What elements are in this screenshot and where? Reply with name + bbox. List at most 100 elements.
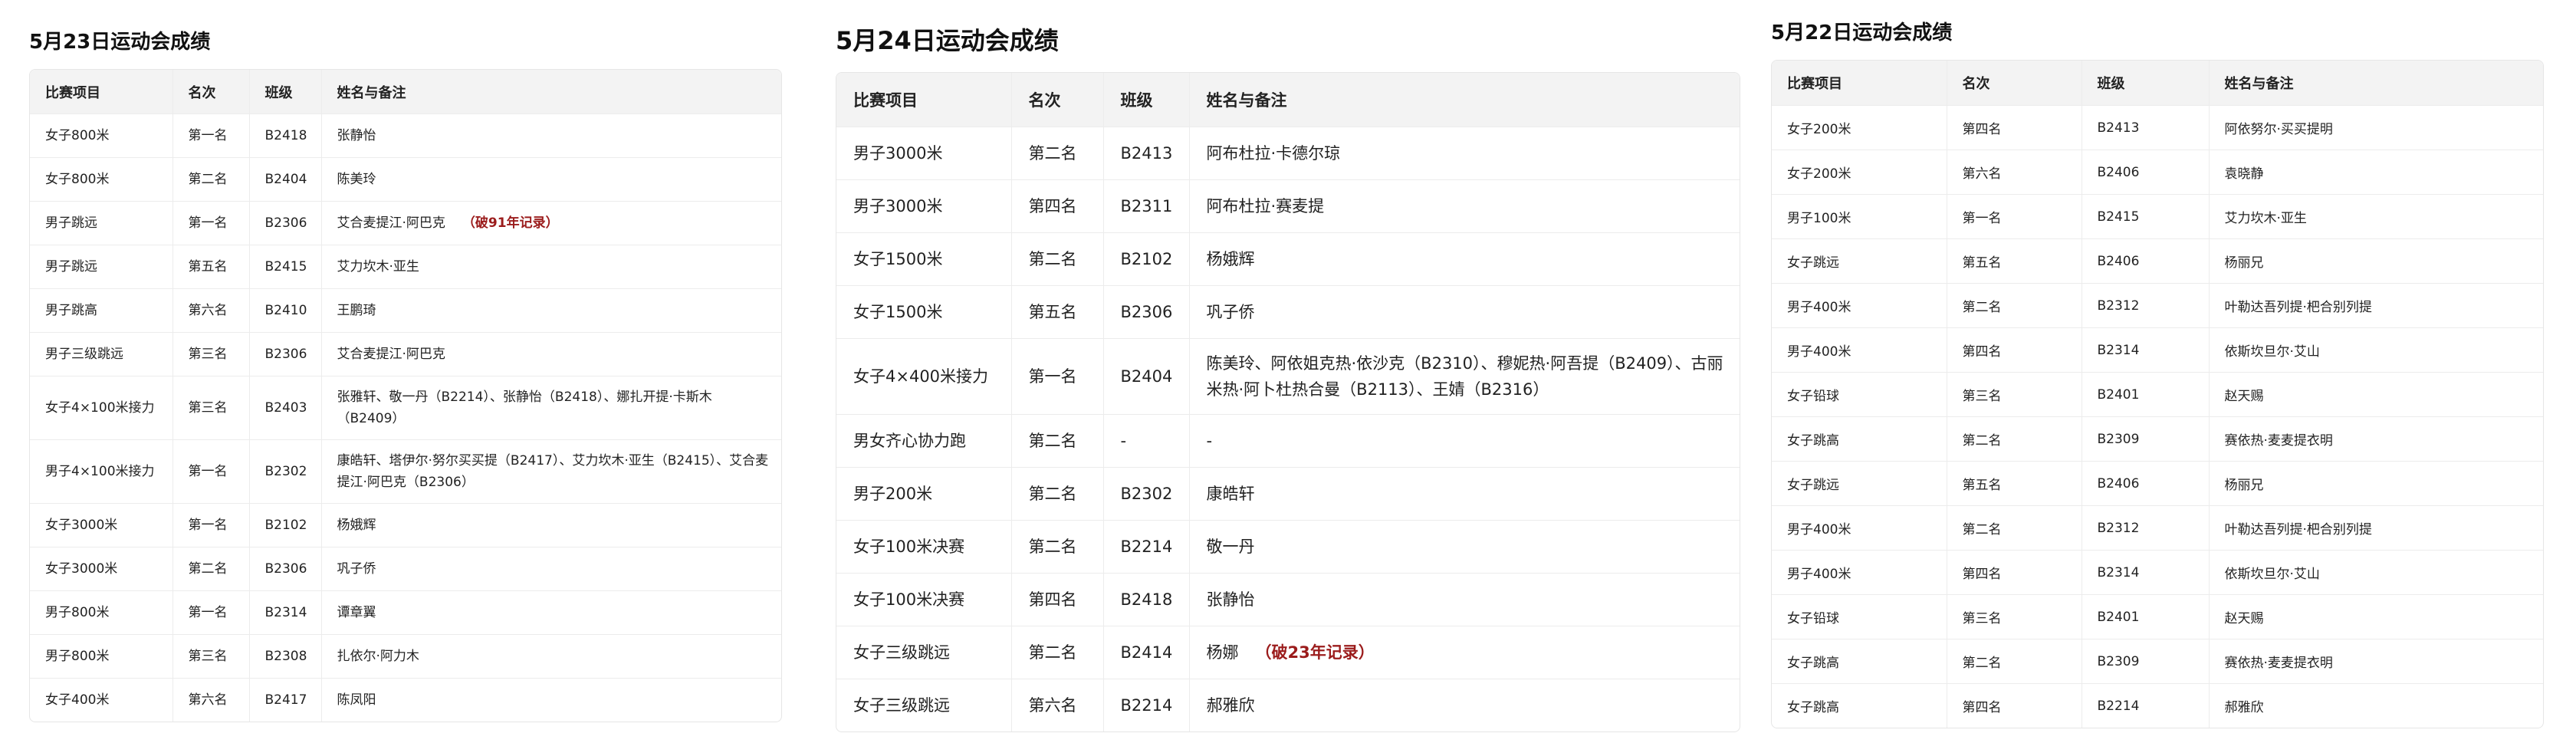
cell-class: B2311	[1102, 179, 1189, 233]
cell-event: 女子三级跳远	[853, 696, 950, 715]
cell-rank: 第二名	[172, 157, 249, 202]
cell-name-note: 阿布杜拉·赛麦提	[1188, 179, 1740, 233]
header-row: 比赛项目 名次 班级 姓名与备注	[30, 70, 781, 114]
cell-class: B2312	[2081, 505, 2209, 551]
header-row: 比赛项目 名次 班级 姓名与备注	[1772, 61, 2543, 106]
athlete-name: 郝雅欣	[2224, 700, 2264, 715]
athlete-name: 扎依尔·阿力木	[337, 649, 419, 664]
athlete-name: 艾合麦提江·阿巴克	[337, 215, 445, 231]
table-row: 女子400米 第六名 B2417 陈凤阳	[30, 678, 781, 722]
athlete-name: 敬一丹	[1206, 538, 1255, 556]
table-row: 女子跳远 第五名 B2406 杨丽兄	[1772, 238, 2543, 284]
header-class: 班级	[1102, 73, 1189, 127]
cell-rank: 第二名	[1010, 626, 1103, 679]
table-row: 男子200米 第二名 B2302 康皓轩	[836, 467, 1740, 521]
header-rank: 名次	[172, 70, 249, 114]
table-row: 女子跳高 第二名 B2309 赛依热·麦麦提衣明	[1772, 416, 2543, 462]
cell-event: 男子跳远	[30, 245, 172, 289]
cell-name-note: 谭章翼	[320, 590, 781, 635]
cell-event: 女子3000米	[30, 547, 172, 591]
cell-rank: 第三名	[172, 332, 249, 376]
cell-class: B2302	[1102, 467, 1189, 521]
cell-class: B2413	[1102, 127, 1189, 180]
cell-class: B2214	[1102, 520, 1189, 574]
cell-class: B2403	[248, 376, 321, 440]
cell-name-note: 张雅轩、敬一丹（B2214）、张静怡（B2418）、娜扎开提·卡斯木（B2409…	[320, 376, 781, 440]
header-name-note: 姓名与备注	[2208, 61, 2543, 106]
header-event: 比赛项目	[1772, 61, 1947, 106]
cell-event: 男子4×100米接力	[30, 439, 172, 504]
cell-name-note: 袁晓静	[2208, 150, 2543, 195]
table-body: 女子200米 第四名 B2413 阿依努尔·买买提明 女子200米 第六名 B2406 袁晓静…	[1772, 105, 2543, 728]
table-row: 女子200米 第四名 B2413 阿依努尔·买买提明	[1772, 105, 2543, 150]
cell-name-note: 陈美玲、阿依姐克热·依沙克（B2310）、穆妮热·阿吾提（B2409）、古丽米热…	[1188, 338, 1740, 415]
cell-class: B2314	[2081, 327, 2209, 373]
table-row: 男子三级跳远 第三名 B2306 艾合麦提江·阿巴克	[30, 332, 781, 376]
cell-class: B2410	[248, 288, 321, 333]
table-row: 男女齐心协力跑 第二名 - -	[836, 414, 1740, 468]
header-name-note: 姓名与备注	[1188, 73, 1740, 127]
cell-class: B2309	[2081, 639, 2209, 684]
header-class: 班级	[248, 70, 321, 114]
cell-class: B2415	[2081, 194, 2209, 239]
athlete-name: 张雅轩、敬一丹（B2214）、张静怡（B2418）、娜扎开提·卡斯木（B2409…	[337, 390, 712, 426]
cell-name-note: 艾力坎木·亚生	[320, 245, 781, 289]
cell-rank: 第四名	[1946, 550, 2082, 595]
cell-class: B2406	[2081, 461, 2209, 506]
cell-event: 男子跳远	[30, 201, 172, 245]
cell-name-note: 巩子侨	[320, 547, 781, 591]
athlete-name: 张静怡	[337, 128, 376, 143]
cell-event: 女子跳高	[1772, 416, 1947, 462]
cell-rank: 第六名	[1010, 679, 1103, 731]
athlete-name: 谭章翼	[337, 605, 376, 620]
cell-rank: 第二名	[1010, 414, 1103, 468]
cell-name-note: 赛依热·麦麦提衣明	[2208, 639, 2543, 684]
cell-class: B2306	[1102, 285, 1189, 339]
panel-title: 5月24日运动会成绩	[836, 26, 1059, 55]
results-panel-may-23: 5月23日运动会成绩 比赛项目 名次 班级 姓名与备注 女子800米 第一名 B2418 张…	[29, 0, 782, 722]
cell-event: 男子3000米	[836, 179, 1011, 233]
cell-event: 女子4×100米接力	[30, 376, 172, 440]
athlete-name: 陈凤阳	[337, 692, 376, 708]
cell-class: B2214	[1102, 679, 1189, 731]
cell-event: 女子1500米	[836, 232, 1011, 286]
table-row: 男子400米 第四名 B2314 依斯坎旦尔·艾山	[1772, 550, 2543, 595]
table-row: 女子三级跳远 第六名 B2214 郝雅欣	[836, 679, 1740, 731]
table-row: 男子3000米 第四名 B2311 阿布杜拉·赛麦提	[836, 179, 1740, 233]
header-row: 比赛项目 名次 班级 姓名与备注	[836, 73, 1740, 127]
cell-name-note: 张静怡	[320, 113, 781, 158]
cell-name-note: 叶勒达吾列提·杷合别列提	[2208, 505, 2543, 551]
cell-event: 男子800米	[30, 590, 172, 635]
table-row: 女子100米决赛 第四名 B2418 张静怡	[836, 573, 1740, 626]
cell-name-note: 依斯坎旦尔·艾山	[2208, 550, 2543, 595]
athlete-name: 杨丽兄	[2224, 255, 2264, 271]
cell-rank: 第二名	[1010, 467, 1103, 521]
cell-rank: 第一名	[172, 201, 249, 245]
record-note: （破91年记录）	[462, 215, 559, 231]
table-row: 女子800米 第一名 B2418 张静怡	[30, 113, 781, 158]
cell-rank: 第四名	[1946, 327, 2082, 373]
athlete-name: -	[1206, 432, 1213, 450]
cell-class: B2413	[2081, 105, 2209, 150]
athlete-name: 叶勒达吾列提·杷合别列提	[2224, 300, 2372, 315]
table-row: 女子跳高 第二名 B2309 赛依热·麦麦提衣明	[1772, 639, 2543, 684]
results-table-wrapper: 比赛项目 名次 班级 姓名与备注 女子200米 第四名 B2413 阿依努尔·买买提明 女子2…	[1771, 60, 2544, 728]
table-header: 比赛项目 名次 班级 姓名与备注	[1772, 61, 2543, 106]
cell-event: 女子400米	[45, 692, 110, 708]
cell-class: B2401	[2081, 372, 2209, 417]
cell-event: 女子3000米	[30, 503, 172, 547]
cell-rank: 第六名	[172, 288, 249, 333]
table-row: 男子400米 第二名 B2312 叶勒达吾列提·杷合别列提	[1772, 283, 2543, 328]
cell-rank: 第六名	[1946, 150, 2082, 195]
cell-rank: 第四名	[1946, 683, 2082, 728]
cell-name-note: 杨丽兄	[2208, 238, 2543, 284]
table-row: 女子跳高 第四名 B2214 郝雅欣	[1772, 683, 2543, 728]
cell-name-note: 依斯坎旦尔·艾山	[2208, 327, 2543, 373]
table-row: 男子跳高 第六名 B2410 王鹏琦	[30, 288, 781, 333]
panel-title: 5月22日运动会成绩	[1771, 21, 1953, 44]
cell-class: B2415	[248, 245, 321, 289]
cell-class: B2401	[2081, 594, 2209, 639]
cell-name-note: 杨娥辉	[1188, 232, 1740, 286]
cell-event: 女子跳高	[1772, 639, 1947, 684]
cell-event: 男子400米	[1772, 505, 1947, 551]
